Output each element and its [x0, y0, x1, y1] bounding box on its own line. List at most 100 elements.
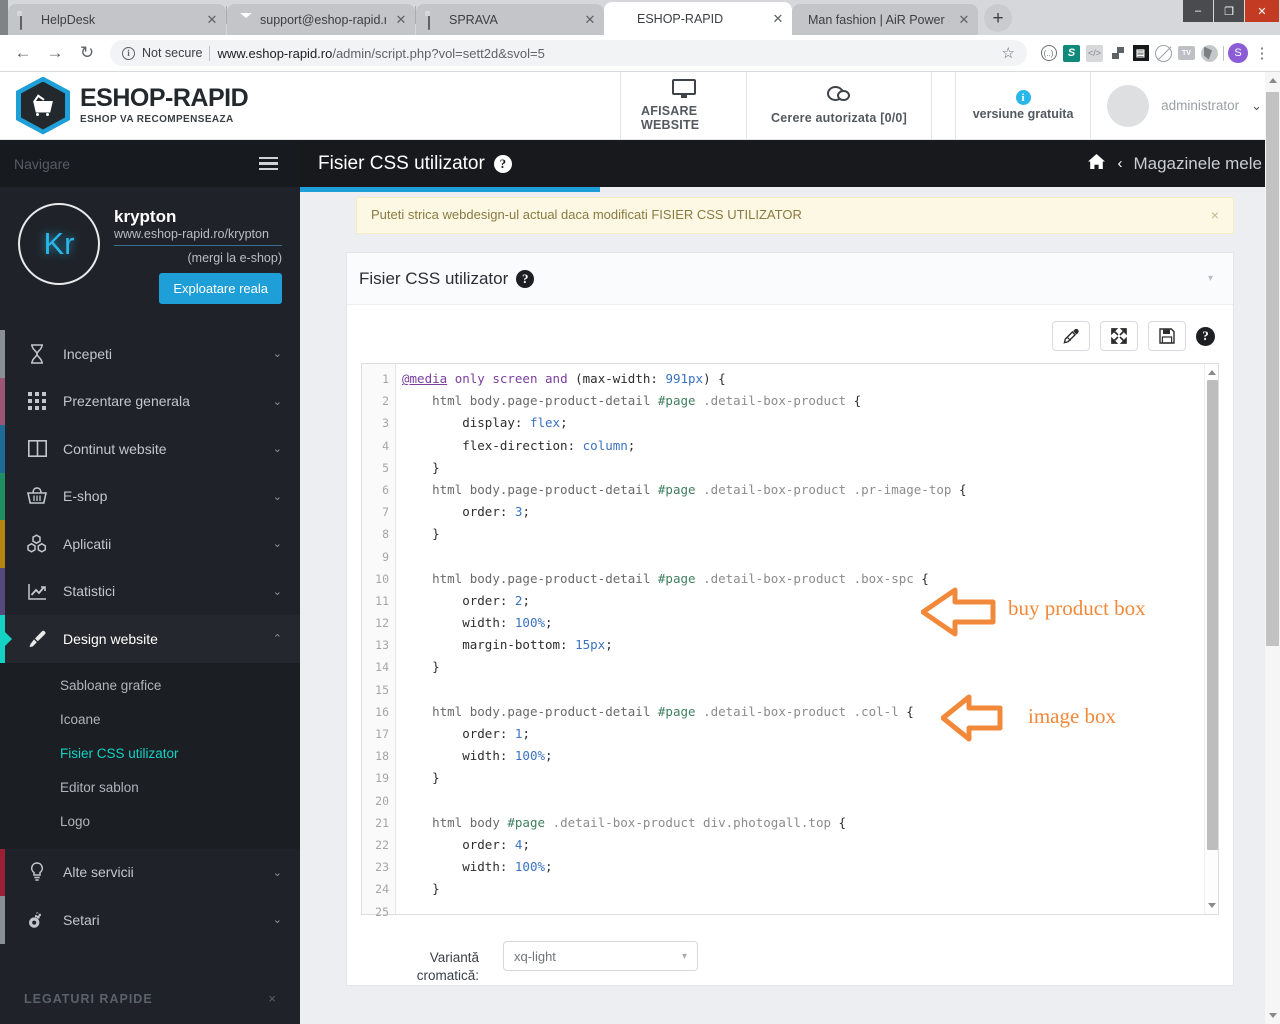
card-title-text: Fisier CSS utilizator [359, 268, 509, 288]
bookmark-star-icon[interactable]: ☆ [1002, 44, 1015, 62]
sidebar-subitem-logo[interactable]: Logo [0, 805, 300, 839]
css-editor-card: Fisier CSS utilizator ? ▾ ? 1 2 3 4 5 6 … [346, 252, 1234, 987]
close-icon[interactable]: ✕ [204, 12, 220, 28]
close-icon[interactable]: ✕ [770, 11, 786, 27]
scroll-up-icon[interactable] [1208, 370, 1216, 375]
sidebar-item-label: Setari [63, 911, 100, 928]
close-icon[interactable]: ✕ [582, 12, 598, 28]
forward-button[interactable]: → [40, 38, 70, 68]
extension-code-icon[interactable]: </> [1085, 44, 1104, 63]
sidebar-item-incepeti[interactable]: Incepeti ⌄ [0, 330, 300, 378]
home-icon[interactable] [1087, 153, 1106, 175]
help-icon[interactable]: ? [516, 269, 535, 288]
scroll-down-icon[interactable] [1269, 1013, 1277, 1018]
eyedropper-button[interactable] [1052, 321, 1090, 351]
line-number: 15 [375, 682, 389, 697]
page-content: ESHOP-RAPID ESHOP VA RECOMPENSEAZA AFISA… [0, 72, 1280, 1024]
back-button[interactable]: ← [8, 38, 38, 68]
browser-menu-icon[interactable]: ⋮ [1252, 46, 1272, 61]
browser-tab-support-mail[interactable]: support@eshop-rapid.ro - M ✕ [227, 4, 415, 35]
page-title-text: Fisier CSS utilizator [318, 152, 485, 174]
save-button[interactable] [1148, 321, 1186, 351]
sidebar-item-alte-servicii[interactable]: Alte servicii ⌄ [0, 848, 300, 896]
scroll-down-icon[interactable] [1208, 903, 1216, 908]
mail-icon [239, 12, 253, 27]
code-line: width: 100%; [462, 615, 553, 631]
page-scrollbar[interactable] [1265, 72, 1280, 1024]
app-logo[interactable]: ESHOP-RAPID ESHOP VA RECOMPENSEAZA [0, 72, 620, 139]
editor-code-area[interactable]: @media only screen and (max-width: 991px… [396, 364, 1204, 914]
profile-avatar[interactable]: S [1228, 43, 1248, 63]
chevron-down-icon[interactable]: ▾ [1208, 273, 1213, 284]
extension-pin-icon[interactable] [1108, 44, 1127, 63]
browser-tab-man-fashion[interactable]: Man fashion | AiR Power Sho ✕ [792, 4, 978, 35]
close-window-button[interactable]: ✕ [1245, 0, 1279, 22]
user-menu[interactable]: administrator ⌄ [1090, 72, 1280, 139]
show-website-button[interactable]: AFISARE WEBSITE [620, 72, 746, 139]
back-icon[interactable]: ‹ [1117, 155, 1122, 172]
extension-green-icon[interactable]: S [1062, 44, 1081, 63]
code-line: } [402, 659, 440, 675]
sidebar-subitem-icoane[interactable]: Icoane [0, 703, 300, 737]
address-bar[interactable]: i Not secure www.eshop-rapid.ro/admin/sc… [110, 40, 1027, 66]
brand-subtitle: ESHOP VA RECOMPENSEAZA [80, 114, 234, 125]
info-icon[interactable]: i [122, 46, 135, 60]
browser-tab-sprava[interactable]: SPRAVA ✕ [416, 4, 604, 35]
sidebar-subitem-editor-sablon[interactable]: Editor sablon [0, 771, 300, 805]
sidebar-subitem-sabloane-grafice[interactable]: Sabloane grafice [0, 669, 300, 703]
browser-tab-helpdesk[interactable]: HelpDesk ✕ [8, 4, 226, 35]
expand-arrows-icon [1111, 328, 1127, 344]
shop-url[interactable]: www.eshop-rapid.ro/krypton [114, 227, 282, 246]
sidebar-item-design-website[interactable]: Design website ⌃ [0, 615, 300, 663]
reload-button[interactable]: ↻ [72, 38, 102, 68]
editor-scrollbar[interactable] [1204, 364, 1218, 914]
line-number: 9 [382, 549, 389, 564]
code-editor[interactable]: 1 2 3 4 5 6 7 8 9 10 11 12 13 14 15 16 1… [361, 363, 1219, 919]
sidebar-item-label: Incepeti [63, 345, 113, 362]
hamburger-icon[interactable] [237, 140, 300, 187]
scrollbar-thumb[interactable] [1266, 92, 1279, 646]
scroll-up-icon[interactable] [1269, 78, 1277, 83]
close-icon[interactable]: ✕ [393, 12, 409, 28]
minimize-button[interactable]: – [1183, 0, 1213, 22]
sidebar-item-statistici[interactable]: Statistici ⌄ [0, 567, 300, 615]
code-line: html body #page .detail-box-product div.… [432, 814, 847, 830]
help-button[interactable]: ? [1196, 326, 1215, 346]
sidebar-item-continut-website[interactable]: Continut website ⌄ [0, 425, 300, 473]
color-variant-select[interactable]: xq-light ▾ [503, 941, 698, 971]
browser-tab-eshop-rapid[interactable]: ESHOP-RAPID ✕ [604, 2, 792, 35]
action-label: Cerere autorizata [0/0] [771, 111, 907, 125]
scrollbar-thumb[interactable] [1206, 380, 1218, 850]
close-icon[interactable]: ✕ [956, 12, 972, 28]
sidebar-item-setari[interactable]: Setari ⌄ [0, 896, 300, 944]
authorized-request-button[interactable]: Cerere autorizata [0/0] [746, 72, 931, 139]
maximize-button[interactable]: ❐ [1214, 0, 1244, 22]
real-operation-button[interactable]: Exploatare reala [159, 273, 282, 304]
goto-eshop-link[interactable]: (mergi la e-shop) [114, 251, 282, 265]
chevron-down-icon[interactable]: ⌄ [1251, 98, 1262, 114]
line-number: 21 [375, 815, 389, 830]
new-tab-button[interactable]: + [984, 4, 1012, 32]
extension-grey-icon[interactable] [1200, 44, 1219, 63]
stripe [0, 425, 5, 473]
close-icon[interactable]: × [268, 991, 276, 1006]
extension-tv-icon[interactable]: TV [1177, 44, 1196, 63]
sidebar-item-aplicatii[interactable]: Aplicatii ⌄ [0, 520, 300, 568]
sidebar-nav-label: Navigare [14, 155, 71, 172]
sidebar-item-eshop[interactable]: E-shop ⌄ [0, 472, 300, 520]
chevron-down-icon: ⌄ [272, 395, 282, 408]
extension-blocked-icon[interactable] [1154, 44, 1173, 63]
extension-note-icon[interactable]: ▤ [1131, 44, 1150, 63]
help-icon[interactable]: ? [493, 154, 512, 173]
code-line: html body.page-product-detail #page .det… [432, 570, 929, 586]
chevron-down-icon: ⌄ [272, 538, 282, 551]
extension-ring-icon[interactable]: (..) [1039, 44, 1058, 63]
fullscreen-button[interactable] [1100, 321, 1138, 351]
sidebar-item-prezentare-generala[interactable]: Prezentare generala ⌄ [0, 377, 300, 425]
sidebar-subitem-fisier-css-utilizator[interactable]: Fisier CSS utilizator [0, 737, 300, 771]
sidebar-item-label: Prezentare generala [63, 393, 190, 410]
my-stores-link[interactable]: Magazinele mele [1133, 154, 1262, 174]
color-variant-label: Variantă cromatică: [407, 941, 479, 985]
close-icon[interactable]: × [1211, 207, 1219, 223]
version-indicator[interactable]: i versiune gratuita [955, 72, 1090, 139]
